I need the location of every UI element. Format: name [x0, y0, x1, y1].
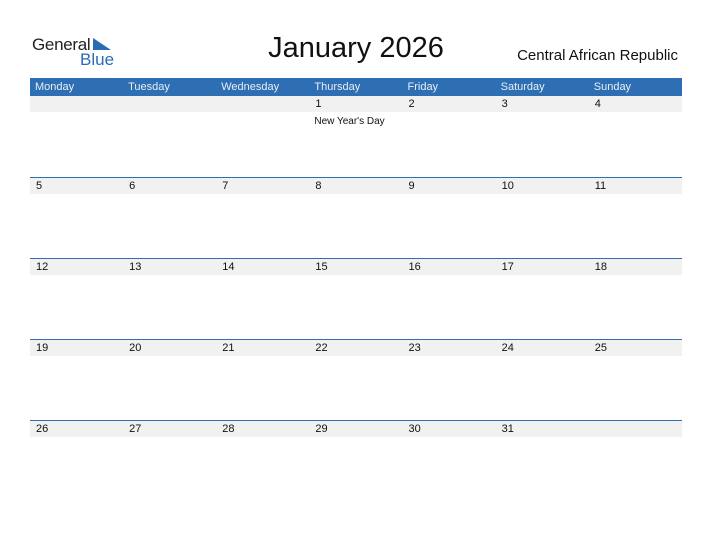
weekday-tuesday: Tuesday [128, 81, 170, 93]
day-cell: 2 [402, 96, 496, 177]
day-number: 5 [36, 180, 43, 192]
day-cell: 20 [123, 340, 217, 420]
day-cell: 13 [123, 259, 217, 339]
day-cell [216, 96, 310, 177]
day-cell [588, 421, 682, 501]
day-cell: 23 [402, 340, 496, 420]
day-cell: 28 [216, 421, 310, 501]
day-number: 21 [222, 342, 235, 354]
week-row: 26 27 28 29 30 31 [30, 420, 682, 501]
day-number: 6 [129, 180, 136, 192]
day-cell: 17 [495, 259, 589, 339]
day-cell: 18 [588, 259, 682, 339]
day-cell: 16 [402, 259, 496, 339]
day-number: 25 [594, 342, 607, 354]
day-number: 9 [408, 180, 415, 192]
day-number: 29 [315, 423, 328, 435]
day-cell: 1 New Year's Day [309, 96, 403, 177]
day-number-strip [588, 421, 682, 437]
day-cell: 4 [588, 96, 682, 177]
day-number: 22 [315, 342, 328, 354]
day-cell: 26 [30, 421, 124, 501]
day-number-strip [30, 96, 124, 112]
day-number: 26 [36, 423, 49, 435]
weekday-monday: Monday [35, 81, 75, 93]
day-cell: 29 [309, 421, 403, 501]
day-number: 24 [501, 342, 514, 354]
weekday-sunday: Sunday [593, 81, 632, 93]
day-number: 2 [408, 98, 415, 110]
day-number: 31 [501, 423, 514, 435]
day-number: 17 [501, 261, 514, 273]
day-number-strip [216, 178, 310, 194]
day-number: 1 [315, 98, 322, 110]
day-cell: 27 [123, 421, 217, 501]
day-cell: 3 [495, 96, 589, 177]
day-number: 7 [222, 180, 229, 192]
day-cell: 11 [588, 178, 682, 258]
weeks: 1 New Year's Day 2 3 4 5 6 7 8 9 10 11 12 13 14 15 16 17 1… [30, 96, 682, 501]
day-number: 12 [36, 261, 49, 273]
day-cell: 31 [495, 421, 589, 501]
country-label: Central African Republic [517, 47, 678, 64]
day-number: 15 [315, 261, 328, 273]
week-row: 12 13 14 15 16 17 18 [30, 258, 682, 339]
day-number: 19 [36, 342, 49, 354]
week-row: 5 6 7 8 9 10 11 [30, 177, 682, 258]
day-number-strip [30, 178, 124, 194]
day-number-strip [495, 96, 589, 112]
holiday-label: New Year's Day [314, 116, 385, 127]
day-number: 14 [222, 261, 235, 273]
day-cell: 21 [216, 340, 310, 420]
day-cell: 5 [30, 178, 124, 258]
day-cell: 6 [123, 178, 217, 258]
week-row: 1 New Year's Day 2 3 4 [30, 96, 682, 177]
day-number: 23 [408, 342, 421, 354]
day-cell: 25 [588, 340, 682, 420]
day-number-strip [309, 178, 403, 194]
day-cell [30, 96, 124, 177]
calendar-grid: Monday Tuesday Wednesday Thursday Friday Satu… [30, 78, 682, 501]
day-number: 18 [594, 261, 607, 273]
weekday-header: Monday Tuesday Wednesday Thursday Friday Satu… [30, 78, 682, 96]
day-number: 30 [408, 423, 421, 435]
day-number: 13 [129, 261, 142, 273]
weekday-wednesday: Wednesday [221, 81, 280, 93]
day-number: 28 [222, 423, 235, 435]
day-number-strip [123, 96, 217, 112]
week-row: 19 20 21 22 23 24 25 [30, 339, 682, 420]
day-cell: 22 [309, 340, 403, 420]
day-number-strip [402, 178, 496, 194]
day-number-strip [309, 96, 403, 112]
day-number: 16 [408, 261, 421, 273]
day-number: 20 [129, 342, 142, 354]
day-number-strip [402, 96, 496, 112]
day-cell: 8 [309, 178, 403, 258]
day-cell [123, 96, 217, 177]
weekday-friday: Friday [407, 81, 439, 93]
day-number-strip [123, 178, 217, 194]
day-number: 10 [501, 180, 514, 192]
day-cell: 9 [402, 178, 496, 258]
day-number: 3 [501, 98, 508, 110]
day-number: 27 [129, 423, 142, 435]
day-cell: 30 [402, 421, 496, 501]
day-number: 8 [315, 180, 322, 192]
day-cell: 24 [495, 340, 589, 420]
day-number-strip [216, 96, 310, 112]
day-cell: 15 [309, 259, 403, 339]
day-number: 11 [594, 180, 607, 192]
day-cell: 7 [216, 178, 310, 258]
day-number-strip [588, 96, 682, 112]
weekday-thursday: Thursday [314, 81, 361, 93]
day-number: 4 [594, 98, 601, 110]
day-cell: 10 [495, 178, 589, 258]
weekday-saturday: Saturday [500, 81, 545, 93]
day-cell: 19 [30, 340, 124, 420]
day-cell: 12 [30, 259, 124, 339]
day-cell: 14 [216, 259, 310, 339]
